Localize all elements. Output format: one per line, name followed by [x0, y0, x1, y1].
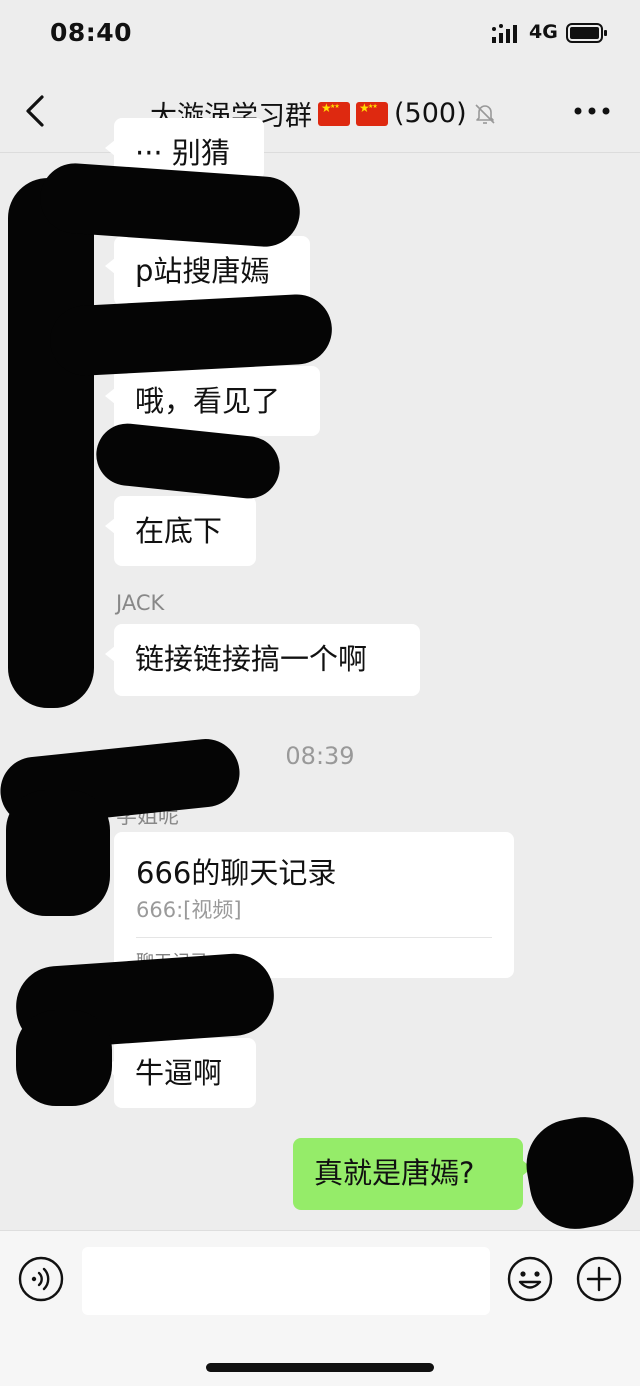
- message-text: 真就是唐嫣?: [314, 1156, 475, 1190]
- signal-icon: [492, 24, 517, 43]
- message-text: 牛逼啊: [135, 1056, 223, 1090]
- mute-bell-icon: [475, 103, 495, 124]
- status-bar: 08:40 4G: [0, 0, 640, 70]
- status-time: 08:40: [50, 18, 133, 47]
- message-text: 哦，看见了: [135, 384, 281, 418]
- sender-name: JACK: [116, 591, 165, 615]
- home-indicator[interactable]: [206, 1363, 434, 1372]
- voice-input-icon[interactable]: [18, 1256, 64, 1302]
- message-text: ··· 别猜: [135, 136, 230, 170]
- card-title: 666的聊天记录: [136, 856, 337, 890]
- input-bar: [0, 1230, 640, 1386]
- more-options-icon[interactable]: [572, 104, 612, 118]
- message-text: 在底下: [135, 514, 223, 548]
- china-flag-icon: [356, 101, 388, 126]
- redaction-scribble: [48, 292, 334, 378]
- back-arrow-icon[interactable]: [22, 94, 52, 128]
- emoji-icon[interactable]: [507, 1256, 553, 1302]
- chat-header: 大漩涡学习群 (500): [0, 70, 640, 153]
- redaction-scribble: [16, 1010, 112, 1106]
- message-bubble[interactable]: 牛逼啊: [105, 1038, 256, 1108]
- my-message-bubble[interactable]: 真就是唐嫣?: [293, 1138, 532, 1210]
- message-bubble[interactable]: 在底下: [105, 496, 256, 566]
- battery-icon: [566, 23, 607, 43]
- add-attachment-icon[interactable]: [576, 1256, 622, 1302]
- card-subtitle: 666:[视频]: [136, 898, 242, 922]
- message-input[interactable]: [82, 1247, 490, 1315]
- network-label: 4G: [529, 21, 558, 43]
- card-divider: [136, 937, 492, 938]
- message-text: 链接链接搞一个啊: [135, 642, 368, 676]
- member-count: (500): [394, 98, 467, 129]
- china-flag-icon: [318, 101, 350, 126]
- redaction-scribble: [8, 178, 94, 708]
- redaction-scribble: [6, 790, 110, 916]
- message-bubble[interactable]: 链接链接搞一个啊: [105, 624, 420, 696]
- message-text: p站搜唐嫣: [135, 254, 270, 288]
- redaction-scribble: [519, 1109, 640, 1237]
- chat-history-card[interactable]: 666的聊天记录 666:[视频] 聊天记录: [114, 832, 514, 978]
